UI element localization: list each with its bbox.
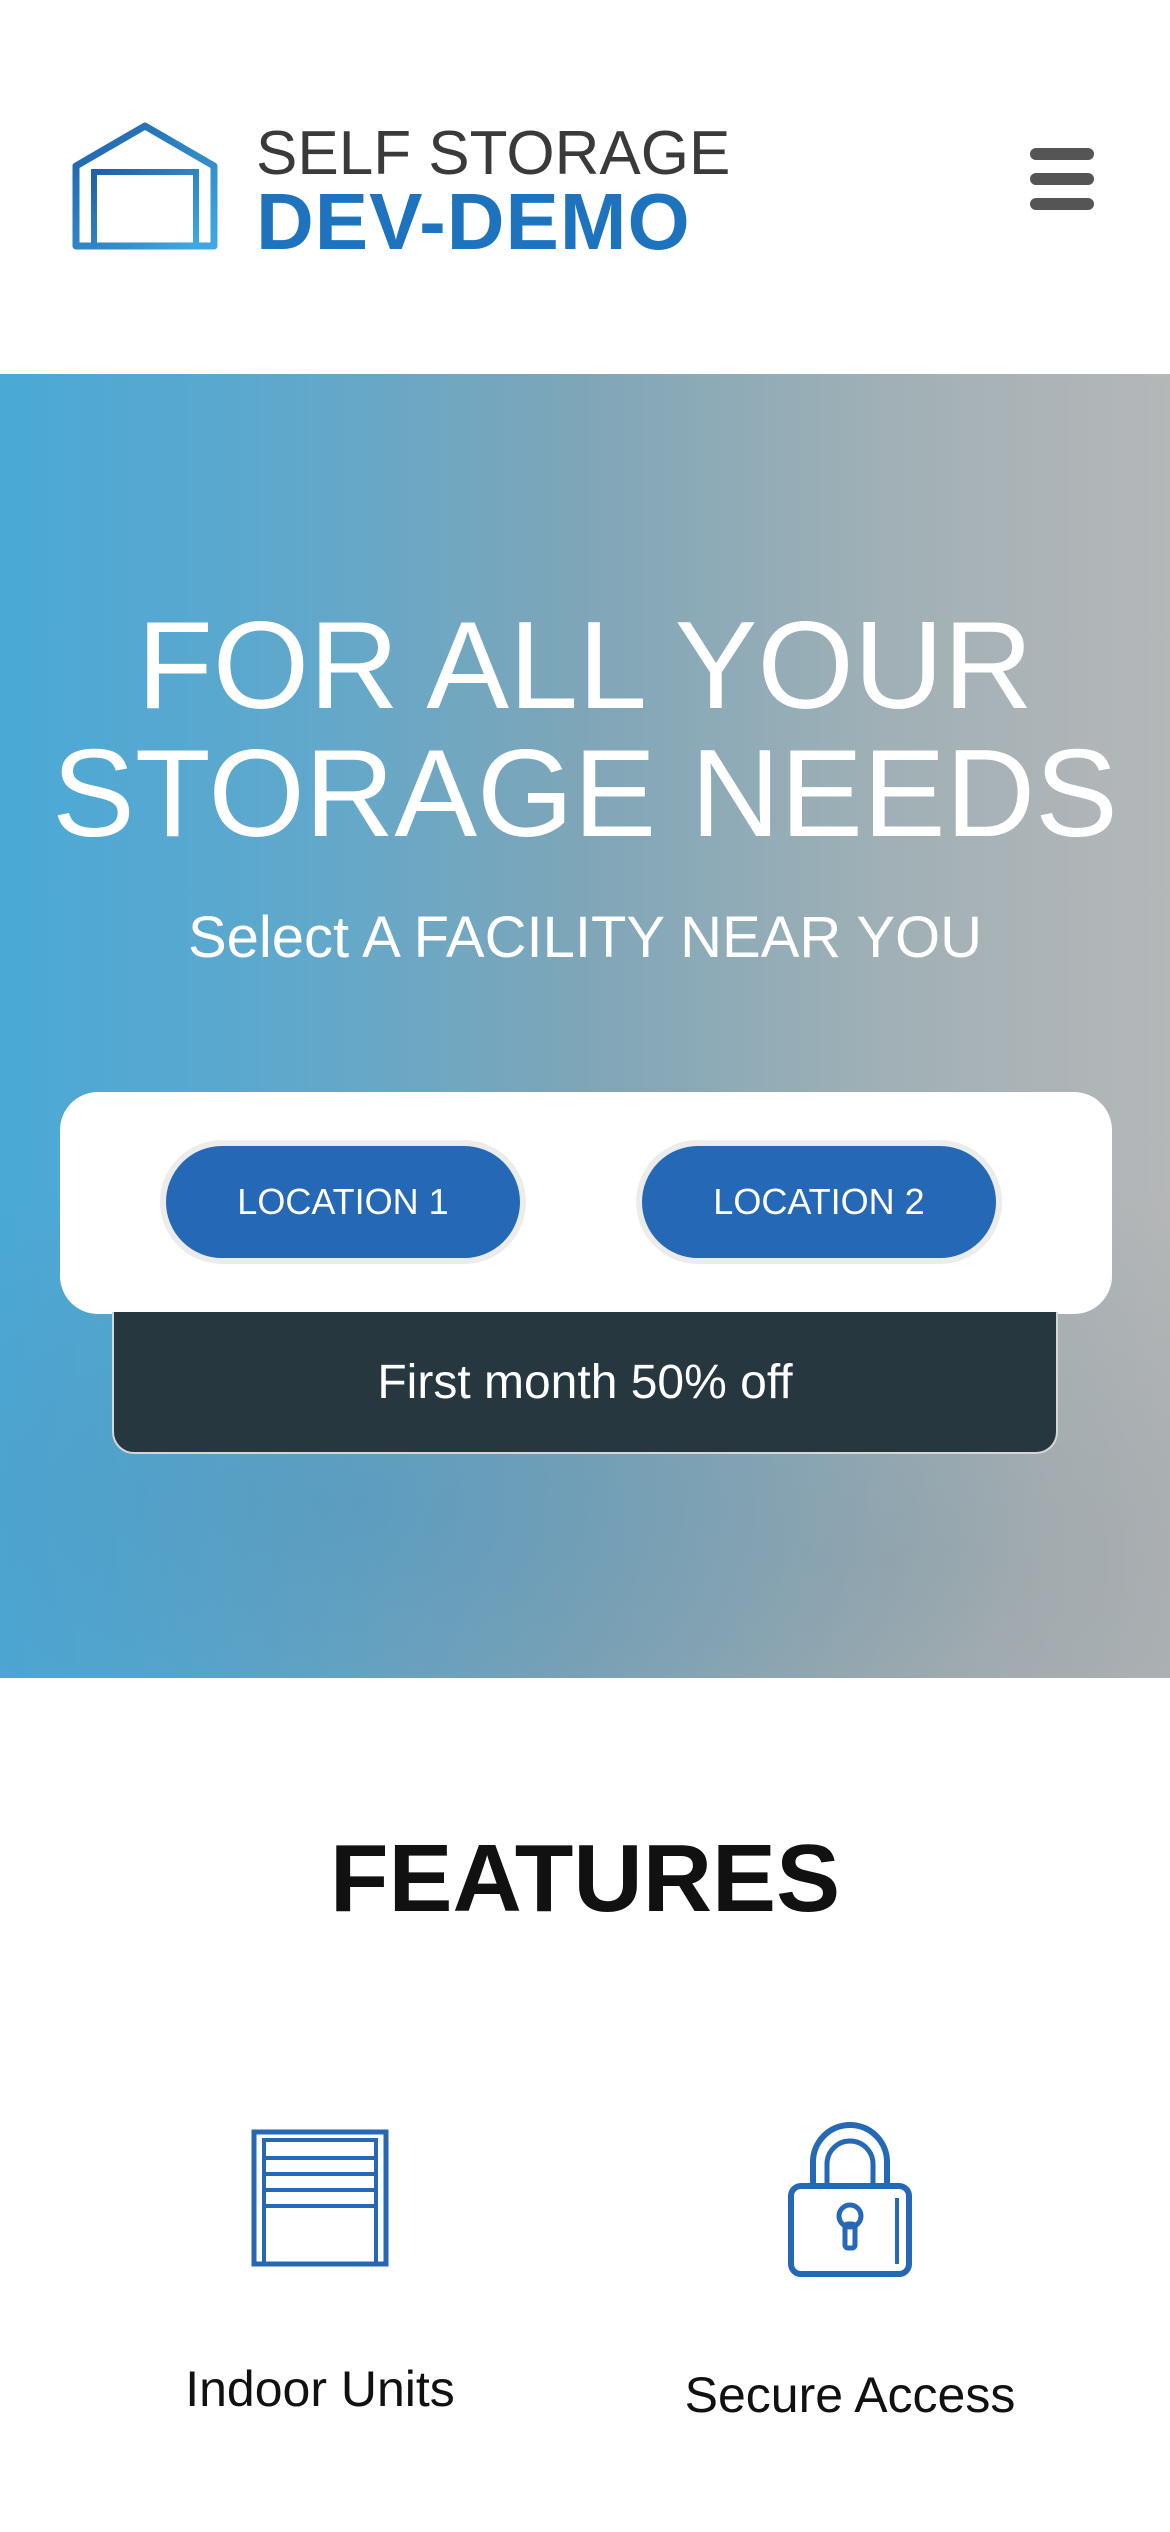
site-header: SELF STORAGE DEV-DEMO	[0, 0, 1170, 374]
hamburger-menu-icon[interactable]	[1020, 138, 1104, 222]
garage-door-icon	[251, 2129, 389, 2267]
location-selector-card: LOCATION 1 LOCATION 2	[60, 1092, 1112, 1314]
feature-label: Indoor Units	[185, 2361, 455, 2417]
location-2-button[interactable]: LOCATION 2	[636, 1140, 1002, 1264]
garage-door-icon	[72, 122, 218, 250]
logo-line-2: DEV-DEMO	[256, 177, 691, 266]
feature-label: Secure Access	[684, 2367, 1016, 2423]
promo-banner: First month 50% off	[112, 1312, 1058, 1454]
feature-secure-access: Secure Access	[610, 2122, 1090, 2488]
hero-title: FOR ALL YOUR STORAGE NEEDS	[52, 597, 1118, 863]
hero-section: FOR ALL YOUR STORAGE NEEDS Select A FACI…	[0, 374, 1170, 1678]
features-section: FEATURES Indoor Units Secure Access	[0, 1678, 1170, 2532]
location-1-button[interactable]: LOCATION 1	[160, 1140, 526, 1264]
site-logo[interactable]: SELF STORAGE DEV-DEMO	[72, 118, 730, 266]
feature-indoor-units: Indoor Units	[80, 2128, 560, 2488]
padlock-icon	[788, 2122, 912, 2277]
features-title: FEATURES	[329, 1825, 841, 1932]
hero-subtitle: Select A FACILITY NEAR YOU	[187, 905, 983, 970]
